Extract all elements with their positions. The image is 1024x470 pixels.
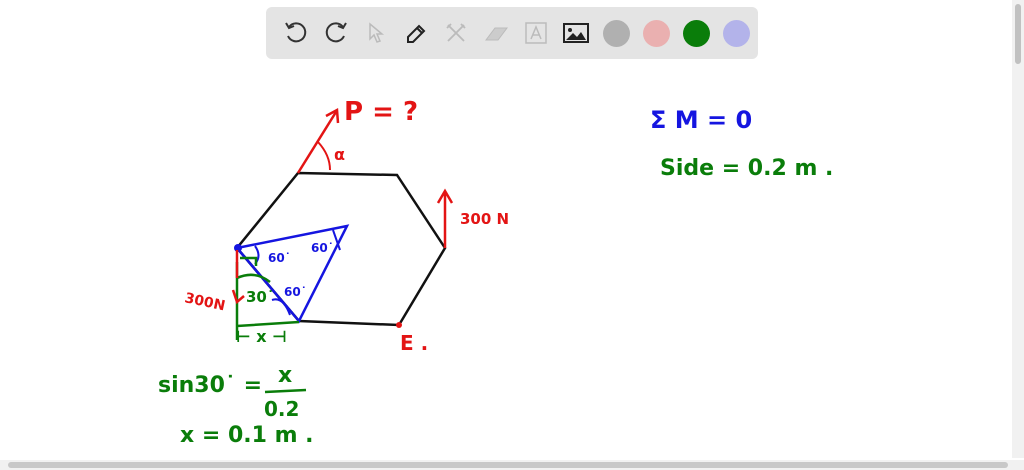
- eq2: x = 0.1 m .: [180, 423, 314, 448]
- horizontal-scroll-thumb[interactable]: [8, 462, 1008, 468]
- p-label: P = ?: [344, 97, 418, 127]
- eq1-left: sin30˙ =: [158, 373, 262, 398]
- fraction-bar: [264, 388, 307, 394]
- sum-moments: Σ M = 0: [650, 106, 752, 134]
- force-left-label: 300N: [183, 290, 226, 314]
- x-dimension: ⊢ x ⊣: [236, 327, 287, 346]
- vertical-scroll-thumb[interactable]: [1015, 4, 1021, 64]
- horizontal-scrollbar[interactable]: [0, 460, 1024, 470]
- force-right-label: 300 N: [460, 210, 509, 228]
- angle-60-right: 60˙: [311, 241, 334, 255]
- angle-30: 30˙: [246, 288, 274, 306]
- e-label: E .: [400, 331, 428, 355]
- angle-60-bottom: 60˙: [284, 285, 307, 299]
- eq1-denominator: 0.2: [264, 397, 299, 421]
- alpha-arc: [317, 141, 331, 171]
- angle-60-top: 60˙: [268, 251, 291, 265]
- side-length: Side = 0.2 m .: [660, 156, 833, 181]
- alpha-label: α: [334, 145, 345, 164]
- vertical-scrollbar[interactable]: [1012, 0, 1024, 458]
- red-force-p: [296, 107, 340, 174]
- point-e: [396, 322, 402, 328]
- whiteboard-canvas[interactable]: P = ? α 300 N 300N E . 60˙ 60˙ 60˙ 30˙ ⊢…: [0, 0, 1010, 460]
- eq1-numerator: x: [278, 363, 292, 388]
